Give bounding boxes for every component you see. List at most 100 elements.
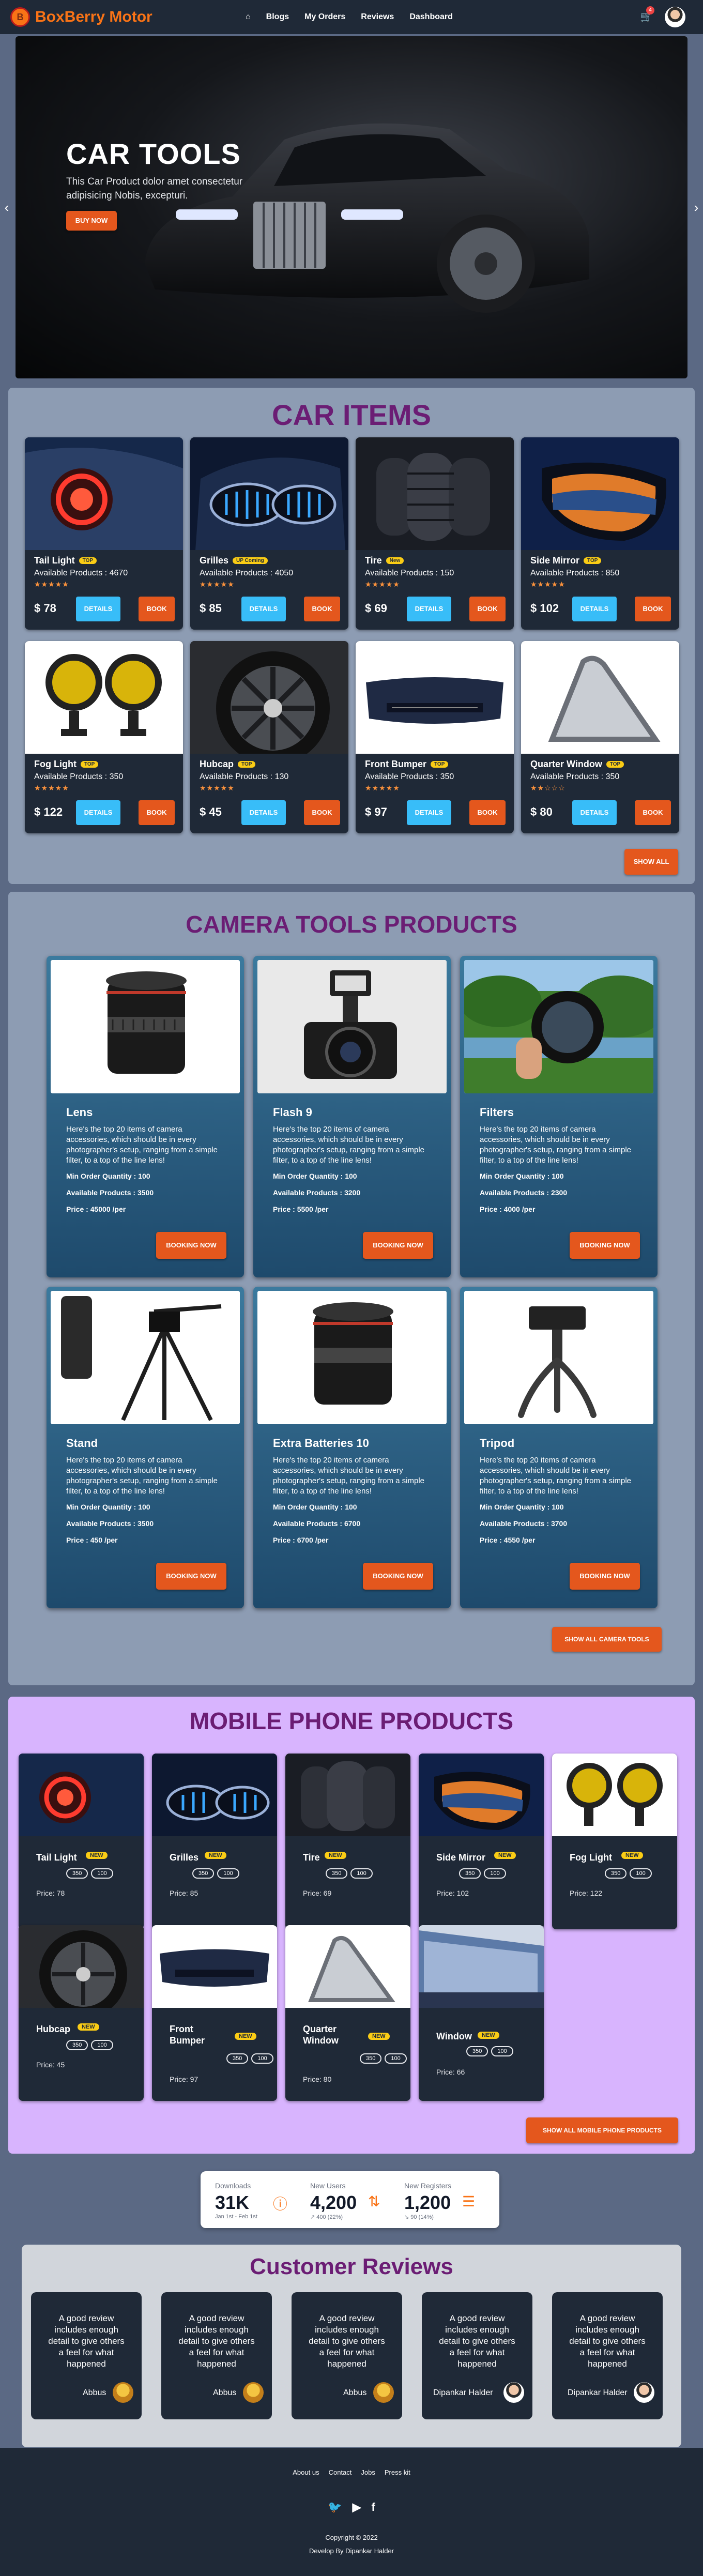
product-tag: TOP — [238, 761, 256, 768]
hero-title: CAR TOOLS — [66, 138, 241, 170]
rating-stars: ★★★★★ — [200, 580, 235, 588]
footer-links: About us Contact Jobs Press kit — [0, 2468, 703, 2476]
chip-100[interactable]: 100 — [350, 1868, 373, 1879]
chip-350[interactable]: 350 — [66, 1868, 88, 1879]
filters-image — [464, 960, 653, 1093]
footer-link-about-us[interactable]: About us — [293, 2468, 319, 2476]
logo[interactable]: B — [10, 7, 30, 27]
reviewer-name: Abbus — [213, 2388, 237, 2397]
footer-link-jobs[interactable]: Jobs — [361, 2468, 375, 2476]
chip-100[interactable]: 100 — [385, 2053, 407, 2064]
chip-100[interactable]: 100 — [491, 2046, 513, 2056]
nav-link-reviews[interactable]: Reviews — [361, 12, 394, 22]
book-button[interactable]: BOOK — [139, 800, 175, 825]
nav-links: ⌂ Blogs My Orders Reviews Dashboard — [246, 0, 453, 34]
twitter-icon[interactable]: 🐦 — [328, 2501, 342, 2514]
details-button[interactable]: DETAILS — [572, 800, 617, 825]
rating-stars: ★★★★★ — [34, 580, 69, 588]
chip-350[interactable]: 350 — [226, 2053, 249, 2064]
camera-price: Price : 5500 /per — [273, 1205, 329, 1213]
mobile-card: Grilles NEW 350 100 Price: 85 — [152, 1754, 277, 1929]
nav-link-dashboard[interactable]: Dashboard — [409, 12, 453, 22]
book-button[interactable]: BOOK — [139, 597, 175, 621]
booking-now-button[interactable]: BOOKING NOW — [156, 1232, 226, 1259]
chip-350[interactable]: 350 — [360, 2053, 382, 2064]
mobile-card: Tire NEW 350 100 Price: 69 — [285, 1754, 410, 1929]
new-tag: NEW — [368, 2033, 390, 2040]
booking-now-button[interactable]: BOOKING NOW — [570, 1563, 640, 1590]
show-all-mobile-phone-products-button[interactable]: SHOW ALL MOBILE PHONE PRODUCTS — [526, 2117, 678, 2143]
chip-100[interactable]: 100 — [484, 1868, 506, 1879]
product-tag: TOP — [80, 761, 99, 768]
details-button[interactable]: DETAILS — [572, 597, 617, 621]
show-all-button[interactable]: SHOW ALL — [624, 849, 678, 875]
book-button[interactable]: BOOK — [469, 597, 506, 621]
buy-now-button[interactable]: BUY NOW — [66, 211, 117, 231]
book-button[interactable]: BOOK — [635, 800, 671, 825]
mobile-price: Price: 97 — [170, 2075, 198, 2083]
brand-name[interactable]: BoxBerry Motor — [35, 8, 152, 26]
details-button[interactable]: DETAILS — [241, 597, 286, 621]
stat-label: New Registers — [404, 2182, 452, 2190]
book-button[interactable]: BOOK — [304, 800, 340, 825]
review-card: A good review includes enough detail to … — [31, 2292, 142, 2419]
show-all-camera-tools-button[interactable]: SHOW ALL CAMERA TOOLS — [552, 1627, 662, 1652]
stat-sub: Jan 1st - Feb 1st — [215, 2214, 257, 2220]
chip-100[interactable]: 100 — [251, 2053, 273, 2064]
product-name: Side Mirror TOP — [530, 555, 602, 566]
book-button[interactable]: BOOK — [469, 800, 506, 825]
facebook-icon[interactable]: f — [372, 2501, 375, 2514]
min-order: Min Order Quantity : 100 — [66, 1503, 150, 1511]
extra-batteries-image — [257, 1291, 447, 1424]
chip-350[interactable]: 350 — [605, 1868, 627, 1879]
book-button[interactable]: BOOK — [304, 597, 340, 621]
mobile-phone-section: MOBILE PHONE PRODUCTS Tail Light NEW 350… — [8, 1697, 695, 2154]
footer-link-contact[interactable]: Contact — [329, 2468, 352, 2476]
details-button[interactable]: DETAILS — [241, 800, 286, 825]
booking-now-button[interactable]: BOOKING NOW — [363, 1563, 433, 1590]
chip-350[interactable]: 350 — [66, 2040, 88, 2050]
carousel-prev-icon[interactable]: ‹ — [0, 201, 13, 214]
chip-350[interactable]: 350 — [459, 1868, 481, 1879]
details-button[interactable]: DETAILS — [76, 597, 120, 621]
chip-100[interactable]: 100 — [217, 1868, 239, 1879]
new-tag: NEW — [78, 2023, 99, 2031]
youtube-icon[interactable]: ▶ — [353, 2501, 361, 2514]
nav-link-blogs[interactable]: Blogs — [266, 12, 289, 22]
available-products: Available Products : 850 — [530, 569, 620, 577]
chip-350[interactable]: 350 — [192, 1868, 215, 1879]
mobile-price: Price: 66 — [436, 2068, 465, 2076]
product-price: $ 78 — [34, 602, 56, 615]
details-button[interactable]: DETAILS — [76, 800, 120, 825]
booking-now-button[interactable]: BOOKING NOW — [156, 1563, 226, 1590]
camera-card: Filters Here's the top 20 items of camer… — [460, 956, 658, 1277]
available-products: Available Products : 3500 — [66, 1188, 154, 1197]
home-icon[interactable]: ⌂ — [246, 12, 251, 22]
camera-tools-section: CAMERA TOOLS PRODUCTS Lens Here's the to… — [8, 892, 695, 1685]
new-tag: NEW — [205, 1852, 226, 1859]
details-button[interactable]: DETAILS — [407, 597, 451, 621]
reviewer-name: Dipankar Halder — [568, 2388, 628, 2397]
mobile-card: Tail Light NEW 350 100 Price: 78 — [19, 1754, 144, 1929]
booking-now-button[interactable]: BOOKING NOW — [363, 1232, 433, 1259]
book-button[interactable]: BOOK — [635, 597, 671, 621]
chip-100[interactable]: 100 — [91, 1868, 113, 1879]
nav-link-my-orders[interactable]: My Orders — [304, 12, 345, 22]
available-products: Available Products : 130 — [200, 772, 289, 781]
footer-link-press-kit[interactable]: Press kit — [385, 2468, 410, 2476]
avatar[interactable] — [665, 7, 685, 27]
chip-350[interactable]: 350 — [326, 1868, 348, 1879]
chip-100[interactable]: 100 — [630, 1868, 652, 1879]
new-tag: NEW — [494, 1852, 516, 1859]
stat-new-users: New Users 4,200 ↗︎ 400 (22%) ⇅ — [296, 2171, 389, 2228]
details-button[interactable]: DETAILS — [407, 800, 451, 825]
product-name: Tail Light TOP — [34, 555, 97, 566]
chip-350[interactable]: 350 — [466, 2046, 488, 2056]
min-order: Min Order Quantity : 100 — [273, 1172, 357, 1180]
product-tag: TOP — [584, 557, 602, 564]
product-name: Hubcap TOP — [200, 759, 256, 770]
product-name: Grilles UP Coming — [200, 555, 268, 566]
carousel-next-icon[interactable]: › — [690, 201, 703, 214]
chip-100[interactable]: 100 — [91, 2040, 113, 2050]
booking-now-button[interactable]: BOOKING NOW — [570, 1232, 640, 1259]
